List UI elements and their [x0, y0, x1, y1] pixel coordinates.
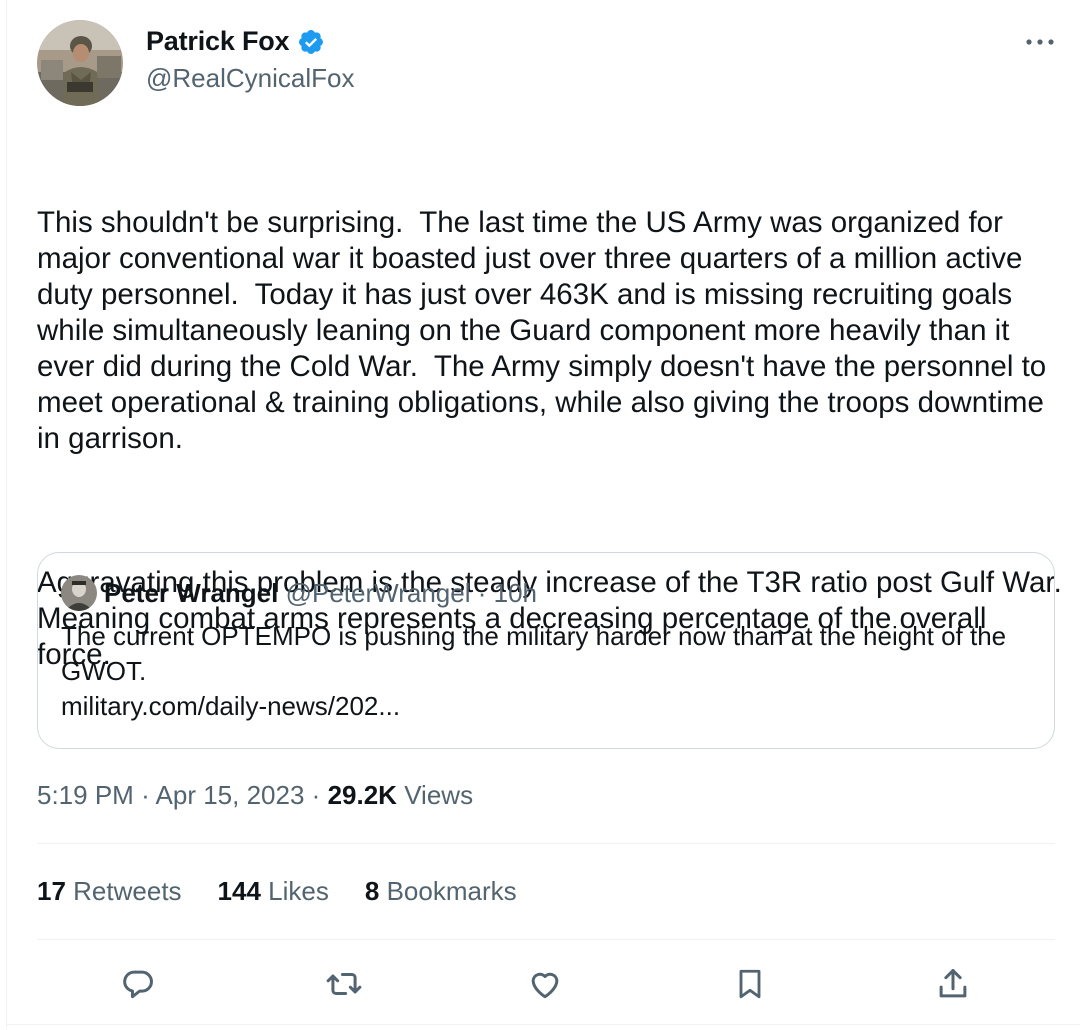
quoted-tweet-link[interactable]: military.com/daily-news/202...	[61, 691, 400, 722]
views-count: 29.2K	[327, 780, 397, 810]
heart-icon[interactable]	[521, 958, 569, 1010]
header-separator: ·	[477, 578, 487, 608]
profile-photo-icon	[61, 575, 97, 611]
bookmarks-stat[interactable]: 8 Bookmarks	[365, 876, 517, 907]
retweets-label: Retweets	[73, 876, 182, 906]
quoted-author-name[interactable]: Peter Wrangel	[104, 578, 278, 608]
more-horizontal-icon[interactable]	[1022, 28, 1058, 56]
author-display-name[interactable]: Patrick Fox	[146, 26, 290, 57]
retweets-count: 17	[37, 876, 66, 906]
meta-separator: ·	[141, 780, 150, 810]
author-name-row: Patrick Fox	[146, 26, 325, 57]
quoted-tweet-text: The current OPTEMPO is pushing the milit…	[61, 621, 1007, 686]
tweet-detail: Patrick Fox @RealCynicalFox This shouldn…	[0, 0, 1080, 1030]
tweet-paragraph: This shouldn't be surprising. The last t…	[37, 206, 1055, 455]
likes-stat[interactable]: 144 Likes	[218, 876, 329, 907]
author-handle[interactable]: @RealCynicalFox	[146, 63, 354, 94]
engagement-stats: 17 Retweets 144 Likes 8 Bookmarks	[37, 876, 517, 907]
verified-badge-icon[interactable]	[297, 28, 325, 56]
bookmarks-label: Bookmarks	[386, 876, 517, 906]
quoted-tweet-time[interactable]: 10h	[494, 578, 537, 608]
quoted-author-handle[interactable]: @PeterWrangel	[286, 578, 471, 608]
tweet-time[interactable]: 5:19 PM	[37, 780, 134, 810]
likes-label: Likes	[268, 876, 329, 906]
retweet-icon[interactable]	[320, 958, 368, 1010]
meta-separator: ·	[311, 780, 321, 810]
retweets-stat[interactable]: 17 Retweets	[37, 876, 182, 907]
tweet-date[interactable]: Apr 15, 2023	[156, 780, 305, 810]
divider	[37, 939, 1055, 940]
bookmark-icon[interactable]	[726, 958, 774, 1010]
author-avatar[interactable]	[37, 20, 123, 106]
reply-icon[interactable]	[114, 958, 162, 1010]
action-bar	[0, 958, 1080, 1010]
profile-photo-soldier-icon	[37, 20, 123, 106]
share-icon[interactable]	[929, 958, 977, 1010]
left-border	[6, 0, 7, 1030]
likes-count: 144	[217, 876, 261, 906]
views-label: Views	[404, 780, 474, 810]
quoted-tweet-header: Peter Wrangel @PeterWrangel · 10h	[104, 578, 537, 609]
tweet-meta: 5:19 PM · Apr 15, 2023 · 29.2K Views	[37, 780, 473, 811]
quoted-author-avatar[interactable]	[61, 575, 97, 611]
quoted-tweet-card[interactable]: Peter Wrangel @PeterWrangel · 10h The cu…	[37, 552, 1055, 749]
bottom-border	[6, 1024, 1080, 1025]
divider	[37, 843, 1055, 844]
bookmarks-count: 8	[364, 876, 380, 906]
